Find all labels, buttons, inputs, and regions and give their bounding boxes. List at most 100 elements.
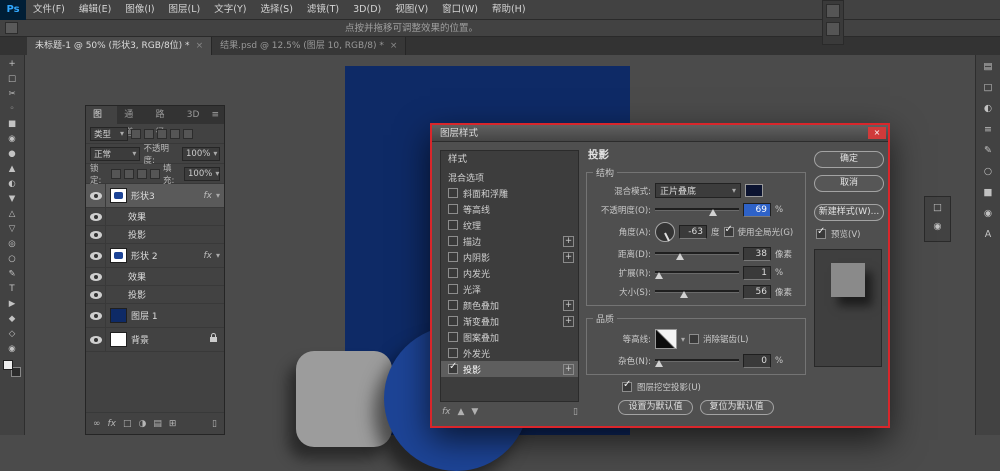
eyedropper-tool-icon[interactable]: ◉ (1, 132, 23, 147)
link-layers-icon[interactable]: ∞ (93, 419, 101, 429)
checkbox[interactable] (448, 252, 458, 262)
style-item-stroke[interactable]: 描边 + (441, 233, 578, 249)
noise-slider[interactable] (655, 356, 739, 367)
distance-value[interactable]: 38 (743, 247, 771, 261)
gradient-tool-icon[interactable]: ▽ (1, 222, 23, 237)
opacity-dropdown[interactable]: 100% ▾ (182, 147, 220, 161)
add-effect-icon[interactable]: + (563, 300, 574, 311)
style-item-contour[interactable]: 等高线 (441, 201, 578, 217)
opacity-value[interactable]: 69 (743, 203, 771, 217)
path-selection-tool-icon[interactable]: ▶ (1, 297, 23, 312)
visibility-eye-icon[interactable] (90, 312, 102, 320)
shadow-color-swatch[interactable] (745, 184, 763, 197)
style-item-color-overlay[interactable]: 颜色叠加 + (441, 297, 578, 313)
style-item-pattern-overlay[interactable]: 图案叠加 (441, 329, 578, 345)
set-default-button[interactable]: 设置为默认值 (618, 400, 692, 415)
dodge-tool-icon[interactable]: ○ (1, 252, 23, 267)
style-item-blending-options[interactable]: 混合选项 (441, 169, 578, 185)
menu-type[interactable]: 文字(Y) (207, 0, 253, 20)
tab-channels[interactable]: 通道 (117, 106, 148, 124)
angle-dial[interactable] (655, 222, 675, 242)
chevron-down-icon[interactable]: ▾ (216, 251, 220, 260)
filter-shape-icon[interactable] (170, 129, 180, 139)
layer-name[interactable]: 背景 (131, 333, 149, 346)
drop-shadow-label[interactable]: 投影 (128, 228, 146, 241)
zoom-tool-icon[interactable]: ◉ (1, 342, 23, 357)
chevron-down-icon[interactable]: ▾ (681, 335, 685, 344)
illustrator-icon[interactable]: A (980, 228, 996, 242)
styles-panel-icon[interactable]: ✎ (980, 144, 996, 158)
use-global-light-checkbox[interactable]: ✓ (724, 227, 734, 237)
checkbox[interactable] (448, 188, 458, 198)
checkbox-checked[interactable]: ✓ (448, 364, 458, 374)
mini-panel-icon-1[interactable]: □ (930, 201, 946, 215)
eraser-tool-icon[interactable]: △ (1, 207, 23, 222)
visibility-eye-icon[interactable] (90, 213, 102, 221)
workspace-switcher-icon[interactable] (826, 4, 840, 18)
filter-type-icon[interactable] (157, 129, 167, 139)
fill-dropdown[interactable]: 100% ▾ (184, 167, 220, 181)
style-item-outer-glow[interactable]: 外发光 (441, 345, 578, 361)
slider-thumb[interactable] (655, 360, 663, 367)
noise-value[interactable]: 0 (743, 354, 771, 368)
info-panel-icon[interactable]: ◉ (980, 207, 996, 221)
slider-thumb[interactable] (680, 291, 688, 298)
blend-mode-dropdown[interactable]: 正常 ▾ (90, 147, 140, 161)
checkbox[interactable] (448, 348, 458, 358)
lock-position-icon[interactable] (137, 169, 147, 179)
filter-pixel-icon[interactable] (131, 129, 141, 139)
add-effect-icon[interactable]: + (563, 316, 574, 327)
document-tab-untitled[interactable]: 未标题-1 @ 50% (形状3, RGB/8位) * × (27, 37, 212, 55)
document-tab-result[interactable]: 结果.psd @ 12.5% (图层 10, RGB/8) * × (212, 37, 406, 55)
dialog-title-bar[interactable]: 图层样式 × (432, 125, 888, 142)
preview-checkbox[interactable]: ✓ (816, 229, 826, 239)
layer-effects-row[interactable]: 效果 (86, 268, 224, 286)
layer-style-icon[interactable]: fx (108, 419, 117, 429)
shape-tool-icon[interactable]: ◆ (1, 312, 23, 327)
style-item-bevel-emboss[interactable]: 斜面和浮雕 (441, 185, 578, 201)
effects-label[interactable]: 效果 (128, 270, 146, 283)
layer-thumbnail[interactable] (110, 332, 127, 347)
checkbox[interactable] (448, 300, 458, 310)
checkbox[interactable] (448, 284, 458, 294)
distance-slider[interactable] (655, 249, 739, 260)
quick-selection-tool-icon[interactable]: ◦ (1, 102, 23, 117)
blend-mode-select[interactable]: 正片叠底 ▾ (655, 183, 741, 198)
layer-row-shape2[interactable]: 形状 2 fx ▾ (86, 244, 224, 268)
lock-transparency-icon[interactable] (111, 169, 121, 179)
layer-name[interactable]: 图层 1 (131, 309, 158, 322)
spread-slider[interactable] (655, 268, 739, 279)
menu-edit[interactable]: 编辑(E) (72, 0, 118, 20)
layer-thumbnail[interactable] (110, 248, 127, 263)
visibility-eye-icon[interactable] (90, 192, 102, 200)
menu-image[interactable]: 图像(I) (118, 0, 161, 20)
drop-shadow-label[interactable]: 投影 (128, 288, 146, 301)
hand-tool-icon[interactable]: ◇ (1, 327, 23, 342)
add-effect-icon[interactable]: + (563, 252, 574, 263)
layer-row-layer1[interactable]: 图层 1 (86, 304, 224, 328)
canvas-gray-rounded-shape[interactable] (296, 351, 392, 447)
layer-effects-row[interactable]: 效果 (86, 208, 224, 226)
add-effect-icon[interactable]: + (563, 236, 574, 247)
healing-brush-tool-icon[interactable]: ● (1, 147, 23, 162)
slider-thumb[interactable] (676, 253, 684, 260)
history-panel-icon[interactable]: ○ (980, 165, 996, 179)
menu-select[interactable]: 选择(S) (253, 0, 299, 20)
menu-3d[interactable]: 3D(D) (346, 0, 388, 20)
add-effect-icon[interactable]: + (563, 364, 574, 375)
knockout-checkbox[interactable]: ✓ (622, 382, 632, 392)
dialog-close-icon[interactable]: × (868, 127, 886, 139)
slider-thumb[interactable] (655, 272, 663, 279)
lasso-tool-icon[interactable]: ✂ (1, 87, 23, 102)
checkbox[interactable] (448, 332, 458, 342)
antialias-checkbox[interactable] (689, 334, 699, 344)
tab-layers[interactable]: 图层 (86, 106, 117, 124)
panel-menu-icon[interactable]: ≡ (206, 106, 224, 124)
layer-name[interactable]: 形状3 (131, 189, 155, 202)
pen-tool-icon[interactable]: ✎ (1, 267, 23, 282)
move-tool-icon[interactable]: + (1, 57, 23, 72)
tab-close-icon[interactable]: × (390, 37, 398, 55)
layer-row-shape3[interactable]: 形状3 fx ▾ (86, 184, 224, 208)
menu-help[interactable]: 帮助(H) (485, 0, 533, 20)
menu-file[interactable]: 文件(F) (26, 0, 72, 20)
